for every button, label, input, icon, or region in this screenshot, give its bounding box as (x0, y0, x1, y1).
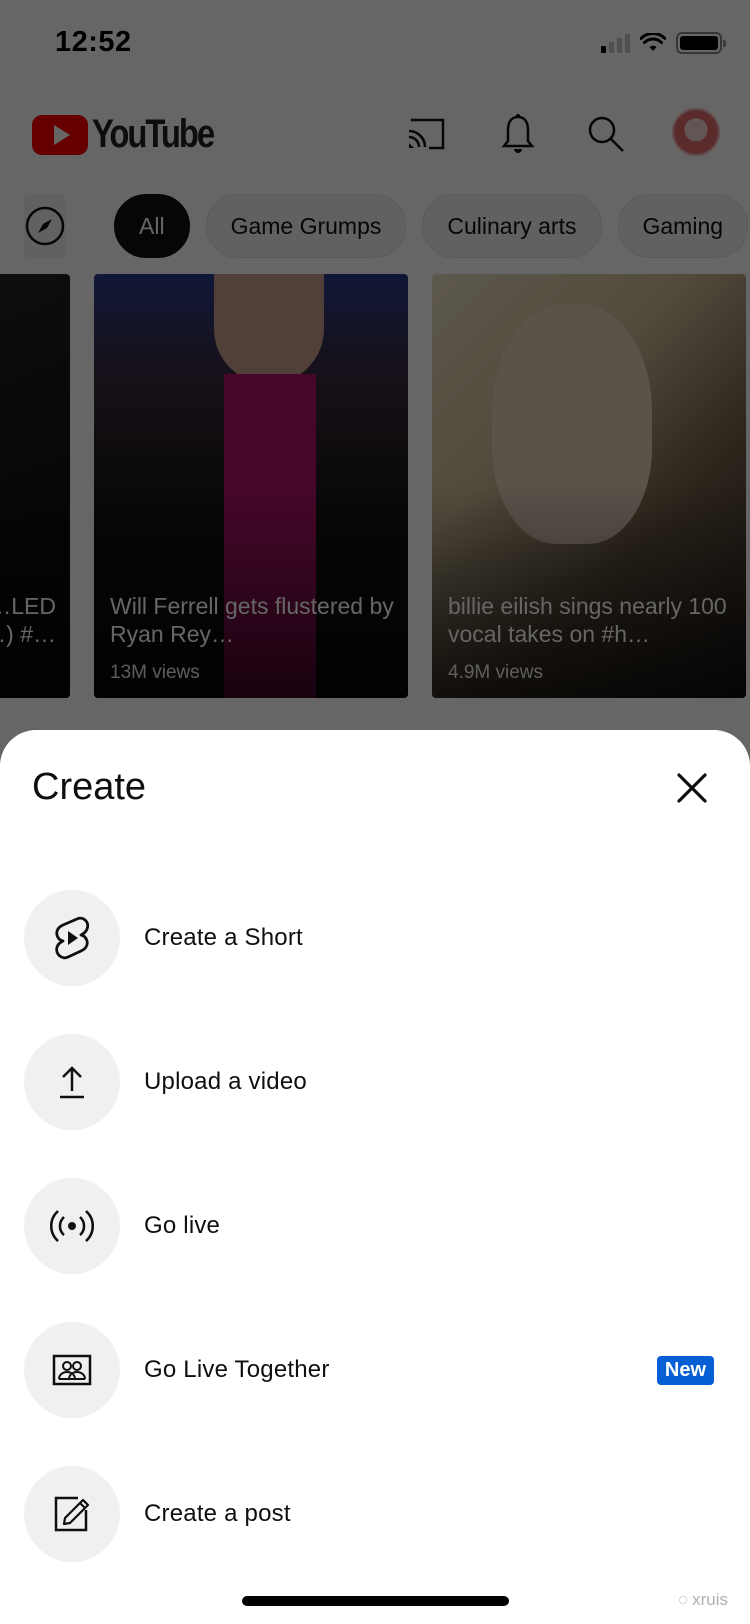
menu-label: Create a Short (144, 924, 303, 951)
new-badge: New (656, 1356, 714, 1385)
home-indicator[interactable] (242, 1596, 509, 1606)
sheet-title: Create (32, 766, 147, 808)
watermark: ◌ xruis (678, 1590, 728, 1610)
menu-label: Go Live Together (144, 1356, 330, 1383)
watermark-logo-icon: ◌ (677, 1590, 689, 1609)
watermark-text: xruis (692, 1590, 728, 1609)
close-icon (677, 773, 707, 803)
live-together-icon (52, 1354, 92, 1386)
upload-icon (60, 1066, 84, 1099)
edit-post-icon (54, 1496, 90, 1532)
menu-item-upload-video[interactable]: Upload a video (0, 1010, 750, 1154)
live-broadcast-icon (50, 1210, 94, 1242)
shorts-icon (55, 916, 90, 960)
menu-item-go-live[interactable]: Go live (0, 1154, 750, 1298)
menu-item-create-post[interactable]: Create a post (0, 1442, 750, 1586)
close-button[interactable] (674, 770, 710, 806)
menu-label: Create a post (144, 1500, 291, 1527)
menu-item-go-live-together[interactable]: Go Live Together New (0, 1298, 750, 1442)
menu-label: Upload a video (144, 1068, 307, 1095)
menu-item-create-short[interactable]: Create a Short (0, 866, 750, 1010)
menu-label: Go live (144, 1212, 221, 1239)
create-bottom-sheet: Create Create a Short Upload a video Go … (0, 730, 750, 1624)
create-menu: Create a Short Upload a video Go live Go… (0, 866, 750, 1586)
